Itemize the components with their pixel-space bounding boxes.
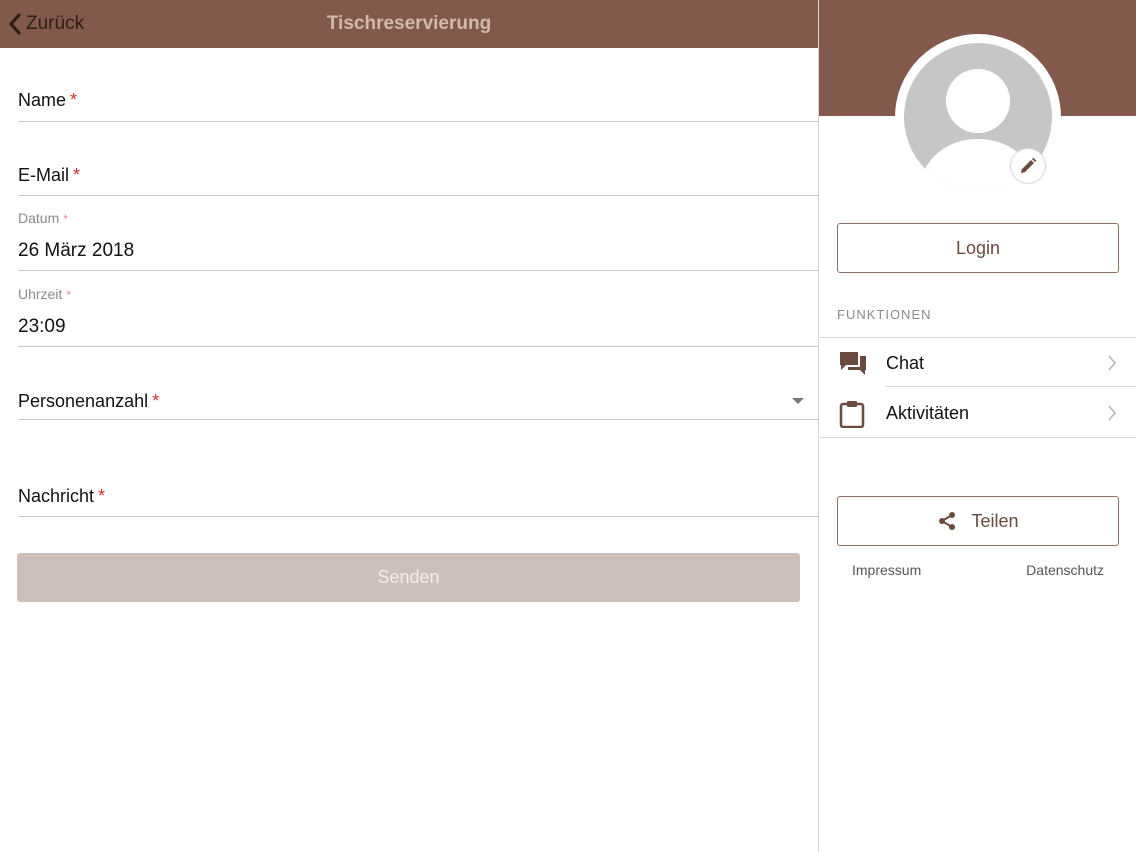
required-mark: * xyxy=(63,212,68,226)
imprint-link[interactable]: Impressum xyxy=(852,562,921,578)
date-value: 26 März 2018 xyxy=(18,240,135,261)
required-mark: * xyxy=(152,391,160,411)
login-button[interactable]: Login xyxy=(837,223,1119,273)
share-icon xyxy=(939,512,956,530)
message-label: Nachricht * xyxy=(18,486,106,506)
share-button[interactable]: Teilen xyxy=(837,496,1119,546)
message-field[interactable]: Nachricht * xyxy=(18,468,818,517)
side-menu: Login FUNKTIONEN Chat Aktivitäten Teilen… xyxy=(818,0,1136,852)
required-mark: * xyxy=(73,165,81,185)
chat-icon xyxy=(840,352,866,375)
menu-item-activities[interactable]: Aktivitäten xyxy=(819,388,1136,438)
required-mark: * xyxy=(98,486,106,506)
time-field[interactable]: Uhrzeit * 23:09 xyxy=(18,284,818,347)
chevron-right-icon xyxy=(1108,355,1117,371)
top-bar: Zurück Tischreservierung xyxy=(0,0,818,48)
divider xyxy=(886,386,1136,387)
menu-item-label: Aktivitäten xyxy=(886,403,970,423)
date-field[interactable]: Datum * 26 März 2018 xyxy=(18,208,818,271)
page-title: Tischreservierung xyxy=(326,13,492,34)
divider xyxy=(819,437,1136,438)
email-label: E-Mail * xyxy=(18,165,81,185)
privacy-link[interactable]: Datenschutz xyxy=(1026,562,1104,578)
time-label: Uhrzeit * xyxy=(18,286,72,302)
time-value: 23:09 xyxy=(18,316,66,337)
persons-select[interactable]: Personenanzahl * xyxy=(18,372,818,420)
menu-item-label: Chat xyxy=(886,353,925,373)
reservation-pane: Zurück Tischreservierung Name * E-Mail * D… xyxy=(0,0,818,852)
dropdown-arrow-icon xyxy=(792,398,804,404)
required-mark: * xyxy=(66,288,72,302)
persons-label: Personenanzahl * xyxy=(18,391,160,411)
email-field[interactable]: E-Mail * xyxy=(18,148,818,196)
name-field[interactable]: Name * xyxy=(18,74,818,122)
required-mark: * xyxy=(70,90,78,110)
pencil-icon xyxy=(1021,157,1037,173)
share-label: Teilen xyxy=(971,510,1019,531)
edit-avatar-button[interactable] xyxy=(1010,148,1046,184)
clipboard-icon xyxy=(839,401,865,428)
name-label: Name * xyxy=(18,90,78,110)
section-title: FUNKTIONEN xyxy=(837,307,932,322)
menu-item-chat[interactable]: Chat xyxy=(819,338,1136,388)
date-label: Datum * xyxy=(18,210,68,226)
send-button[interactable]: Senden xyxy=(17,553,800,602)
chevron-right-icon xyxy=(1108,405,1117,421)
